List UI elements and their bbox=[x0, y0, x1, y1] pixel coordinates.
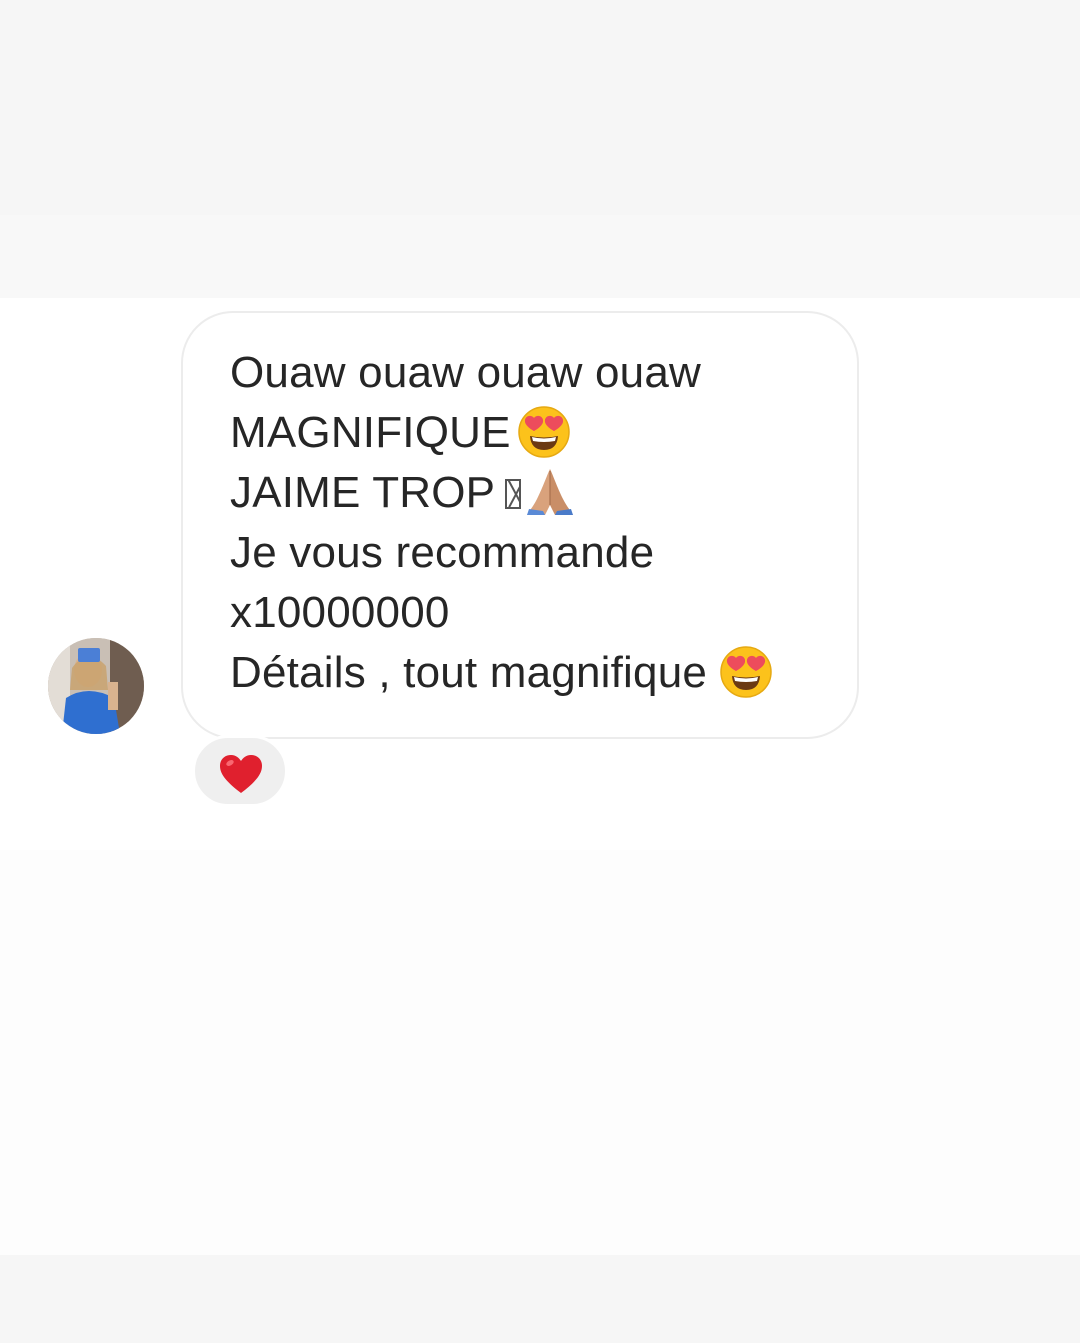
reaction-badge[interactable] bbox=[192, 735, 288, 807]
message-line: Ouaw ouaw ouaw ouaw bbox=[230, 343, 837, 403]
praying-hands-emoji bbox=[523, 465, 577, 519]
message-bubble[interactable]: Ouaw ouaw ouaw ouaw MAGNIFIQUE JAIME TRO… bbox=[181, 311, 859, 739]
message-text: MAGNIFIQUE bbox=[230, 408, 511, 457]
avatar-photo bbox=[48, 638, 144, 734]
heart-eyes-emoji bbox=[719, 645, 773, 699]
heart-eyes-emoji bbox=[517, 405, 571, 459]
top-background bbox=[0, 0, 1080, 215]
avatar[interactable] bbox=[48, 638, 144, 734]
message-line: Détails , tout magnifique bbox=[230, 643, 837, 703]
message-line: Je vous recommande bbox=[230, 523, 837, 583]
message-line: x10000000 bbox=[230, 583, 837, 643]
message-text: JAIME TROP bbox=[230, 468, 496, 517]
message-text: Détails , tout magnifique bbox=[230, 648, 708, 697]
message-text: Ouaw ouaw ouaw ouaw bbox=[230, 348, 701, 397]
header-spacer bbox=[0, 215, 1080, 298]
bottom-background bbox=[0, 1255, 1080, 1343]
message-line: JAIME TROP bbox=[230, 463, 837, 523]
message-text: x10000000 bbox=[230, 588, 450, 637]
red-heart-icon bbox=[218, 753, 264, 795]
missing-glyph-icon bbox=[505, 479, 522, 509]
message-text: Je vous recommande bbox=[230, 528, 655, 577]
message-line: MAGNIFIQUE bbox=[230, 403, 837, 463]
